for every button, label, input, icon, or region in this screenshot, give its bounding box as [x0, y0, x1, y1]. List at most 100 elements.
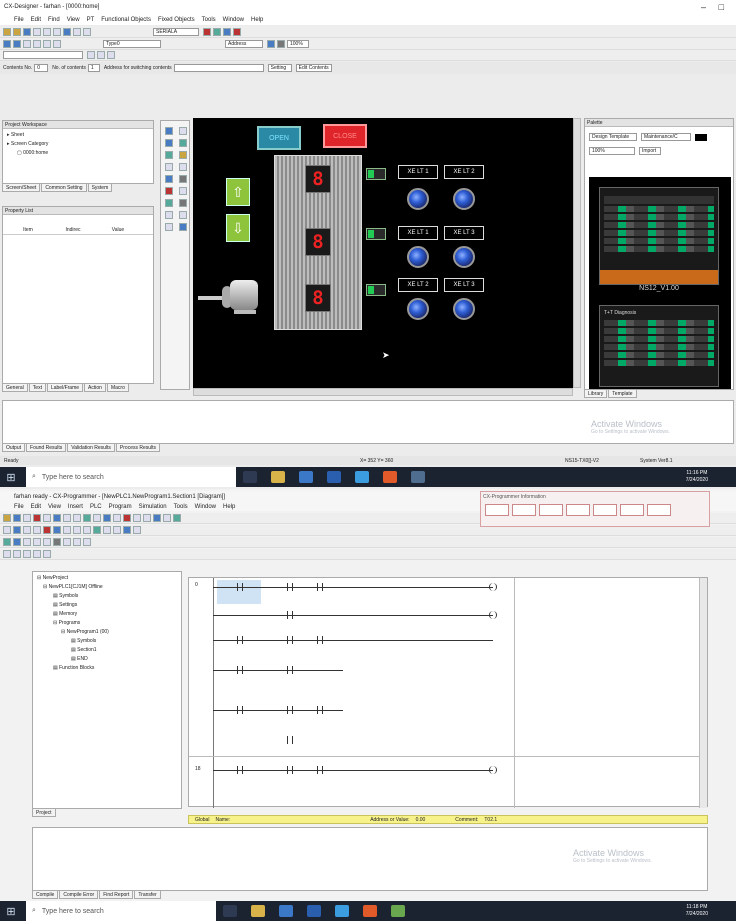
tree-item-sheet[interactable]: ▸ Sheet: [7, 131, 149, 140]
cxp-menu-view[interactable]: View: [48, 504, 61, 510]
open-icon[interactable]: [13, 27, 21, 36]
frame-tool-icon[interactable]: [165, 223, 173, 231]
screen-canvas[interactable]: OPEN CLOSE ⇧ ⇩: [193, 118, 573, 388]
edit-contents-button[interactable]: Edit Contents: [295, 64, 332, 72]
tree-end[interactable]: ▤ END: [37, 655, 177, 664]
contact-1-3[interactable]: [309, 633, 331, 647]
tree-plc[interactable]: ⊟ NewPLC1[CJ1M] Offline: [37, 583, 177, 592]
video-tool-icon[interactable]: [165, 211, 173, 219]
tab-process-results[interactable]: Process Results: [115, 444, 161, 452]
fill-icon[interactable]: [277, 39, 285, 48]
down-arrow-button[interactable]: ⇩: [226, 214, 250, 242]
bold-icon[interactable]: [87, 51, 95, 59]
import-button[interactable]: Import: [639, 147, 661, 155]
tree-item-home-screen[interactable]: ▢ 0000:home: [7, 149, 149, 158]
help-icon[interactable]: [233, 27, 241, 36]
info-btn-5[interactable]: [593, 504, 617, 516]
menu-window[interactable]: Window: [223, 17, 244, 23]
tab-found-results[interactable]: Found Results: [26, 444, 67, 452]
info-btn-4[interactable]: [566, 504, 590, 516]
save-icon[interactable]: [23, 27, 31, 36]
align-icon[interactable]: [63, 27, 71, 36]
lamp-tool-icon[interactable]: [179, 127, 187, 135]
tab-text[interactable]: Text: [28, 384, 46, 392]
type-combo[interactable]: Type0: [103, 39, 161, 48]
contact-0-4[interactable]: [279, 608, 301, 622]
maximize-icon[interactable]: □: [719, 2, 724, 12]
calendar-tool-icon[interactable]: [179, 211, 187, 219]
cxp-app-icon[interactable]: [391, 905, 405, 917]
contact-1-4[interactable]: [229, 663, 251, 677]
setting-button[interactable]: Setting: [267, 64, 292, 72]
palette-zoom-combo[interactable]: 100%: [589, 147, 635, 155]
ladder-diagram[interactable]: 0 18: [188, 577, 708, 808]
tree-item-screen-category[interactable]: ▸ Screen Category: [7, 140, 149, 149]
tab-validation-results[interactable]: Validation Results: [67, 444, 115, 452]
canvas-h-scrollbar[interactable]: [193, 388, 573, 396]
grid-icon[interactable]: [73, 27, 81, 36]
address-switch-input[interactable]: [173, 64, 264, 72]
font-combo[interactable]: [3, 51, 83, 59]
data-log-tool-icon[interactable]: [179, 223, 187, 231]
minimize-icon[interactable]: –: [701, 2, 706, 12]
chrome-icon[interactable]: [383, 471, 397, 483]
contact-0-3[interactable]: [309, 580, 331, 594]
list-tool-icon[interactable]: [165, 163, 173, 171]
menu-view[interactable]: View: [67, 17, 80, 23]
tab-compile-error[interactable]: Compile Error: [59, 891, 99, 899]
table-tool-icon[interactable]: [179, 163, 187, 171]
tree-programs[interactable]: ⊟ Programs: [37, 619, 177, 628]
toggle-switch-1[interactable]: [366, 168, 386, 180]
contact-1-1[interactable]: [229, 633, 251, 647]
tree-function-blocks[interactable]: ▤ Function Blocks: [37, 664, 177, 673]
indicator-lamp-1[interactable]: [407, 188, 429, 210]
up-arrow-button[interactable]: ⇧: [226, 178, 250, 206]
cxp-task-view-icon[interactable]: [223, 905, 237, 917]
cxp-menu-file[interactable]: File: [14, 504, 24, 510]
indicator-lamp-3[interactable]: [407, 246, 429, 268]
tab-general[interactable]: General: [2, 384, 28, 392]
toggle-switch-2[interactable]: [366, 228, 386, 240]
contact-1-8[interactable]: [309, 703, 331, 717]
menu-help[interactable]: Help: [251, 17, 263, 23]
tab-macro[interactable]: Macro: [106, 384, 129, 392]
menu-edit[interactable]: Edit: [31, 17, 41, 23]
circle-icon[interactable]: [43, 39, 51, 48]
button-tool-icon[interactable]: [165, 127, 173, 135]
tab-output[interactable]: Output: [2, 444, 26, 452]
alarm-tool-icon[interactable]: [165, 187, 173, 195]
color-swatch[interactable]: [695, 133, 707, 141]
contact-1-2[interactable]: [279, 633, 301, 647]
tree-symbols[interactable]: ▤ Symbols: [37, 592, 177, 601]
close-button[interactable]: CLOSE: [323, 124, 367, 148]
cxp-chrome-icon[interactable]: [363, 905, 377, 917]
menu-pt[interactable]: PT: [87, 17, 95, 23]
meter-tool-icon[interactable]: [179, 175, 187, 183]
mail-icon[interactable]: [327, 471, 341, 483]
coil-0[interactable]: [489, 583, 497, 591]
info-btn-3[interactable]: [539, 504, 563, 516]
tab-library[interactable]: Library: [584, 390, 608, 398]
menu-file[interactable]: File: [14, 17, 24, 23]
open-button[interactable]: OPEN: [257, 126, 301, 150]
maintenance-combo[interactable]: Maintenance/C: [641, 133, 691, 141]
tab-action[interactable]: Action: [84, 384, 106, 392]
contact-18-1[interactable]: [229, 763, 251, 777]
cxp-store-icon[interactable]: [279, 905, 293, 917]
info-btn-6[interactable]: [620, 504, 644, 516]
color-icon[interactable]: [267, 39, 275, 48]
cxp-mail-icon[interactable]: [307, 905, 321, 917]
tab-label-frame[interactable]: Label/Frame: [46, 384, 84, 392]
menu-tools[interactable]: Tools: [202, 17, 216, 23]
copy-icon[interactable]: [43, 27, 51, 36]
tree-new-project[interactable]: ⊟ NewProject: [37, 574, 177, 583]
info-btn-7[interactable]: [647, 504, 671, 516]
info-btn-2[interactable]: [512, 504, 536, 516]
italic-icon[interactable]: [97, 51, 105, 59]
word-tool-icon[interactable]: [179, 139, 187, 147]
canvas-v-scrollbar[interactable]: [573, 118, 581, 388]
edge-icon[interactable]: [355, 471, 369, 483]
graph-tool-icon[interactable]: [165, 175, 173, 183]
contact-18-3[interactable]: [309, 763, 331, 777]
cxp-menu-window[interactable]: Window: [195, 504, 216, 510]
